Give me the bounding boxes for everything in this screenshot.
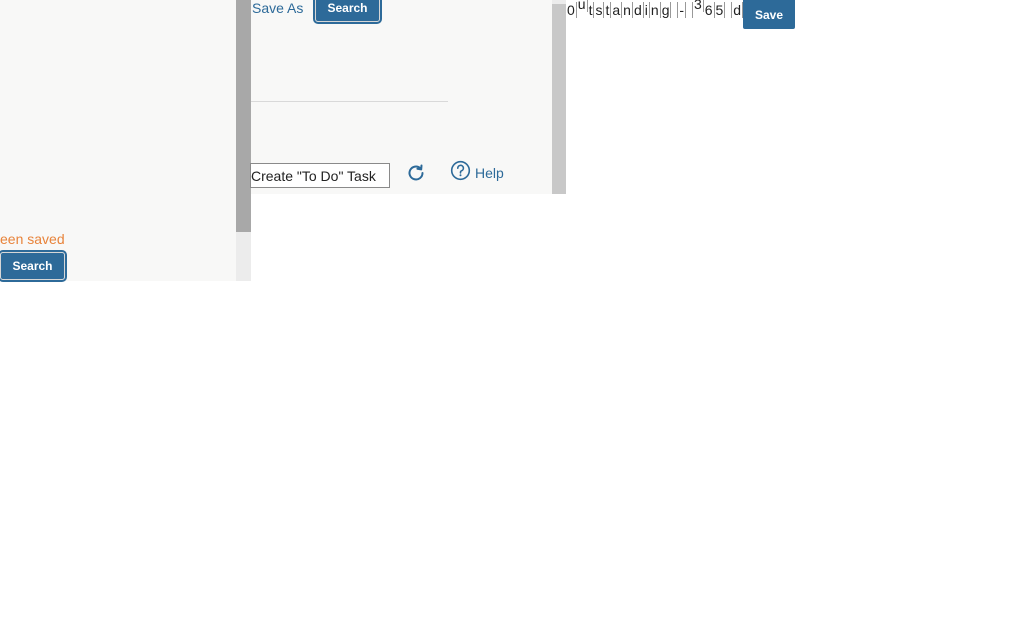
middle-search-button[interactable]: Search [313, 0, 382, 24]
left-scrollbar-thumb[interactable] [236, 0, 251, 232]
filter-label-char: t [588, 2, 595, 18]
filter-label-char: 0 [567, 2, 577, 18]
filter-label-char [686, 2, 693, 18]
left-search-button[interactable]: Search [0, 250, 67, 282]
create-todo-task-button[interactable]: Create "To Do" Task [250, 163, 390, 188]
save-as-link[interactable]: Save As [252, 0, 303, 16]
filter-label-char: d [633, 2, 644, 18]
filter-label-char: u [577, 0, 588, 12]
help-circle-icon [450, 160, 471, 186]
filter-label-char [671, 2, 679, 18]
filter-label-char [725, 2, 733, 18]
help-link[interactable]: Help [450, 160, 504, 186]
filter-label-char: - [679, 2, 687, 18]
filter-label-char: a [612, 2, 623, 18]
filter-label-char: s [595, 2, 605, 18]
filter-label-char: d [733, 2, 744, 18]
filter-label-char: 6 [704, 2, 715, 18]
filter-label-char: 3 [693, 0, 704, 12]
middle-scrollbar-thumb[interactable] [552, 4, 566, 194]
filter-label-char: 5 [715, 2, 726, 18]
filter-label-char: g [661, 2, 672, 18]
filter-label-char: n [650, 2, 661, 18]
saved-status-message: een saved [0, 231, 65, 247]
divider [251, 101, 448, 102]
help-label: Help [475, 165, 504, 181]
refresh-icon[interactable] [405, 162, 427, 184]
filter-label-char: t [605, 2, 612, 18]
save-button[interactable]: Save [743, 0, 795, 29]
filter-label-char: n [623, 2, 633, 18]
